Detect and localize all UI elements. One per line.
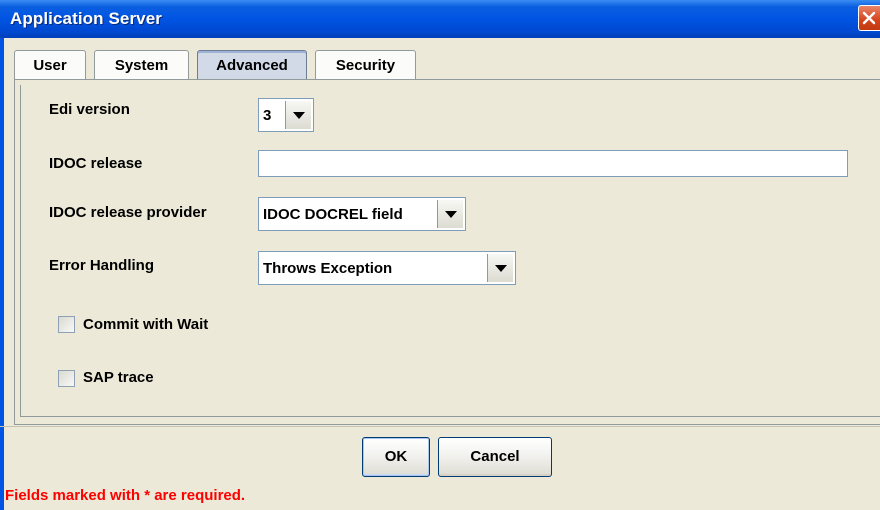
tab-label: Security bbox=[335, 57, 396, 74]
tab-label: User bbox=[33, 57, 67, 74]
sap-trace-label[interactable]: SAP trace bbox=[83, 369, 154, 386]
tab-security[interactable]: Security bbox=[315, 50, 416, 80]
tab-advanced[interactable]: Advanced bbox=[197, 50, 307, 80]
ok-button[interactable]: OK bbox=[362, 437, 430, 477]
idoc-release-provider-dropdown-button[interactable] bbox=[437, 200, 463, 228]
commit-with-wait-label[interactable]: Commit with Wait bbox=[83, 316, 208, 333]
title-bar[interactable]: Application Server bbox=[0, 0, 880, 38]
close-icon bbox=[862, 11, 876, 25]
cancel-button[interactable]: Cancel bbox=[438, 437, 552, 477]
tab-system[interactable]: System bbox=[94, 50, 189, 80]
chevron-down-icon bbox=[445, 211, 457, 218]
edi-version-dropdown-button[interactable] bbox=[285, 101, 311, 129]
idoc-release-provider-value: IDOC DOCREL field bbox=[263, 206, 403, 223]
idoc-release-provider-label: IDOC release provider bbox=[49, 204, 207, 221]
idoc-release-input[interactable] bbox=[258, 150, 848, 177]
tab-label: Advanced bbox=[216, 57, 288, 74]
edi-version-select[interactable]: 3 bbox=[258, 98, 314, 132]
error-handling-select[interactable]: Throws Exception bbox=[258, 251, 516, 285]
error-handling-value: Throws Exception bbox=[263, 260, 393, 277]
chevron-down-icon bbox=[293, 112, 305, 119]
required-fields-message: Fields marked with * are required. bbox=[5, 487, 246, 504]
chevron-down-icon bbox=[495, 265, 507, 272]
window-title: Application Server bbox=[10, 9, 163, 28]
idoc-release-provider-select[interactable]: IDOC DOCREL field bbox=[258, 197, 466, 231]
edi-version-value: 3 bbox=[263, 107, 272, 124]
error-handling-label: Error Handling bbox=[49, 257, 155, 274]
button-divider bbox=[0, 426, 880, 427]
close-button[interactable] bbox=[858, 5, 880, 31]
tab-label: System bbox=[114, 57, 169, 74]
commit-with-wait-checkbox[interactable] bbox=[58, 316, 75, 333]
sap-trace-checkbox[interactable] bbox=[58, 370, 75, 387]
tab-user[interactable]: User bbox=[14, 50, 86, 80]
error-handling-dropdown-button[interactable] bbox=[487, 254, 513, 282]
edi-version-label: Edi version bbox=[49, 101, 130, 118]
window-left-border bbox=[0, 38, 4, 510]
idoc-release-label: IDOC release bbox=[49, 155, 143, 172]
